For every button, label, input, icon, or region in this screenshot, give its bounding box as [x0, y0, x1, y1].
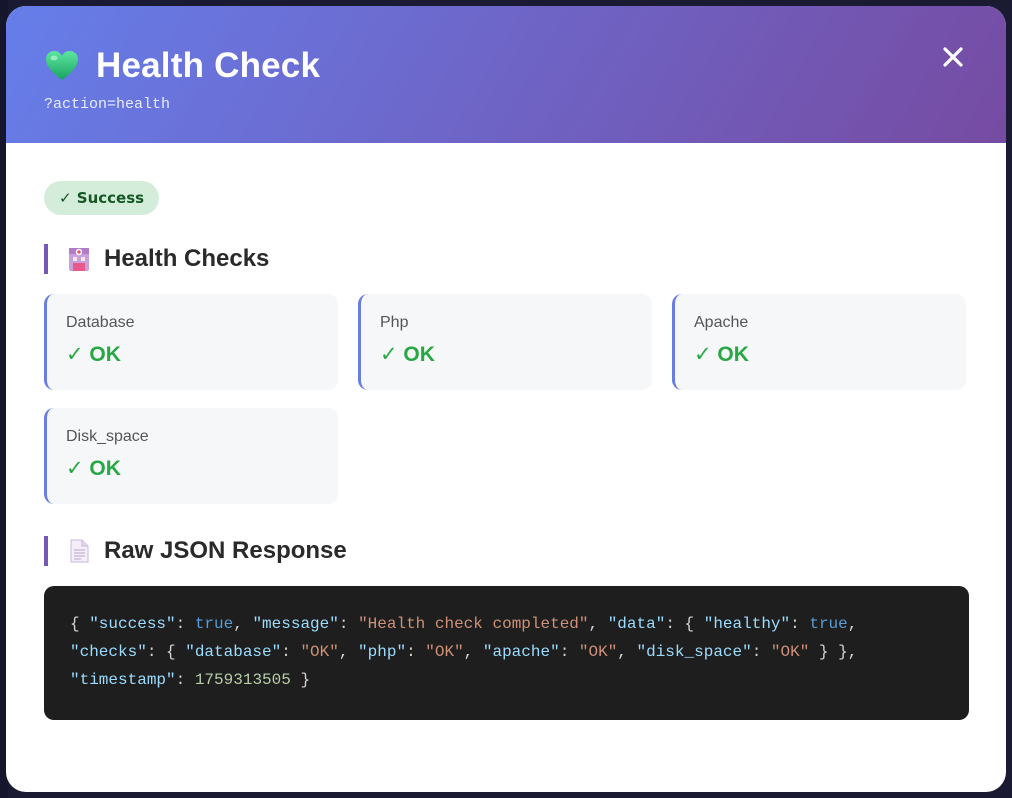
document-icon [66, 538, 92, 564]
json-bool: true [809, 615, 848, 633]
title-row: Health Check [44, 46, 968, 86]
check-status: ✓ OK [66, 457, 121, 480]
check-status: ✓ OK [66, 343, 121, 366]
json-key: "timestamp" [70, 671, 176, 689]
check-status: ✓ OK [380, 343, 435, 366]
modal-body: ✓ Success Health Checks Database ✓ OK Ph… [6, 143, 1006, 720]
close-icon [943, 47, 963, 67]
check-status: ✓ OK [694, 343, 749, 366]
endpoint-subtitle: ?action=health [44, 96, 171, 113]
json-number: 1759313505 [194, 671, 291, 689]
section-title: Raw JSON Response [104, 537, 347, 564]
check-card-php: Php ✓ OK [358, 294, 652, 390]
health-check-modal: Health Check ?action=health ✓ Success He… [6, 6, 1006, 792]
json-string: "OK" [578, 643, 618, 661]
status-badge: ✓ Success [44, 181, 160, 215]
check-card-database: Database ✓ OK [44, 294, 338, 390]
json-string: "OK" [300, 643, 339, 661]
json-string: "OK" [425, 643, 464, 661]
json-key: "disk_space" [636, 643, 752, 661]
check-card-disk-space: Disk_space ✓ OK [44, 408, 338, 504]
json-bool: true [194, 615, 234, 633]
json-key: "apache" [482, 643, 560, 661]
raw-json-block[interactable]: { "success": true, "message": "Health ch… [44, 586, 969, 720]
check-name: Apache [694, 314, 749, 331]
check-card-apache: Apache ✓ OK [672, 294, 966, 390]
modal-title: Health Check [96, 46, 321, 85]
checks-grid: Database ✓ OK Php ✓ OK Apache ✓ OK Disk_… [44, 294, 969, 504]
check-name: Database [66, 314, 135, 331]
json-key: "data" [607, 615, 666, 633]
json-key: "php" [358, 643, 407, 661]
check-name: Php [380, 314, 409, 331]
json-key: "message" [252, 615, 339, 633]
raw-json-heading: Raw JSON Response [44, 536, 969, 566]
green-heart-icon [44, 48, 80, 84]
section-title: Health Checks [104, 245, 270, 272]
json-string: "Health check completed" [358, 615, 589, 633]
json-string: "OK" [770, 643, 810, 661]
close-button[interactable] [938, 42, 968, 72]
modal-header: Health Check ?action=health [6, 6, 1006, 143]
check-name: Disk_space [66, 428, 149, 445]
json-key: "healthy" [703, 615, 791, 633]
health-checks-heading: Health Checks [44, 244, 969, 274]
json-key: "success" [89, 615, 176, 633]
json-key: "checks" [70, 643, 147, 661]
json-key: "database" [185, 643, 282, 661]
hospital-icon [66, 246, 92, 272]
